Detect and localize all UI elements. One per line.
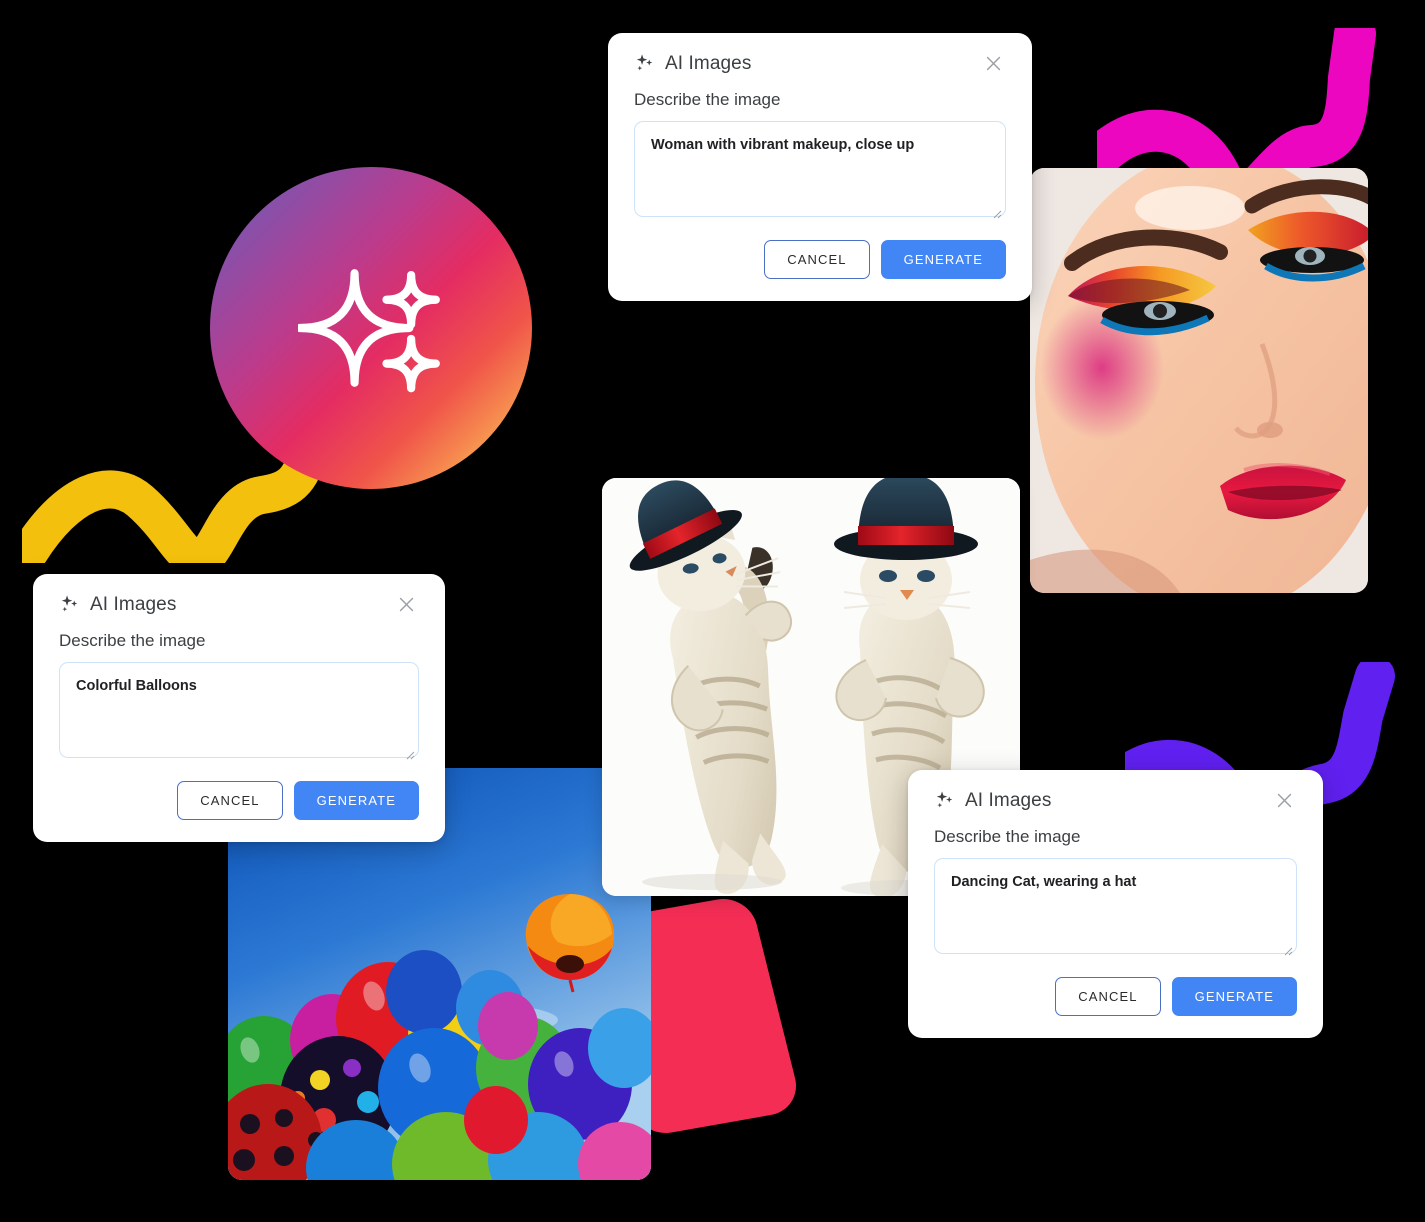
sparkle-icon	[636, 54, 653, 71]
cancel-button[interactable]: CANCEL	[1055, 977, 1161, 1017]
cancel-button[interactable]: CANCEL	[764, 240, 870, 280]
prompt-label: Describe the image	[934, 827, 1081, 846]
generate-button[interactable]: GENERATE	[293, 781, 419, 821]
dialog-header: AI Images	[634, 53, 1006, 74]
prompt-input[interactable]	[59, 662, 419, 759]
prompt-input[interactable]	[934, 858, 1297, 955]
close-icon[interactable]	[1271, 788, 1297, 814]
ai-images-dialog-cat[interactable]: AI Images Describe the image CANCEL GENE…	[908, 770, 1323, 1039]
generated-image-face	[1030, 168, 1368, 593]
prompt-label: Describe the image	[59, 631, 206, 650]
dialog-title: AI Images	[965, 790, 1052, 811]
dialog-header: AI Images	[59, 594, 419, 615]
prompt-input[interactable]	[634, 121, 1006, 218]
close-icon[interactable]	[393, 592, 419, 618]
cancel-button[interactable]: CANCEL	[177, 781, 283, 821]
dialog-title: AI Images	[90, 594, 177, 615]
dialog-actions: CANCEL GENERATE	[634, 240, 1006, 280]
sparkle-icon	[61, 595, 78, 612]
ai-images-dialog-face[interactable]: AI Images Describe the image CANCEL GENE…	[608, 33, 1032, 302]
ai-sparkle-badge	[210, 167, 532, 489]
collage-canvas: AI Images Describe the image CANCEL GENE…	[0, 0, 1425, 1222]
ai-images-dialog-balloons[interactable]: AI Images Describe the image CANCEL GENE…	[33, 574, 445, 843]
dialog-header: AI Images	[934, 790, 1297, 811]
dialog-actions: CANCEL GENERATE	[934, 977, 1297, 1017]
prompt-label: Describe the image	[634, 90, 781, 109]
close-icon[interactable]	[980, 51, 1006, 77]
sparkle-icon	[936, 791, 953, 808]
sparkle-icon	[298, 269, 440, 393]
generate-button[interactable]: GENERATE	[880, 240, 1006, 280]
dialog-title: AI Images	[665, 53, 752, 74]
generate-button[interactable]: GENERATE	[1171, 977, 1297, 1017]
dialog-actions: CANCEL GENERATE	[59, 781, 419, 821]
